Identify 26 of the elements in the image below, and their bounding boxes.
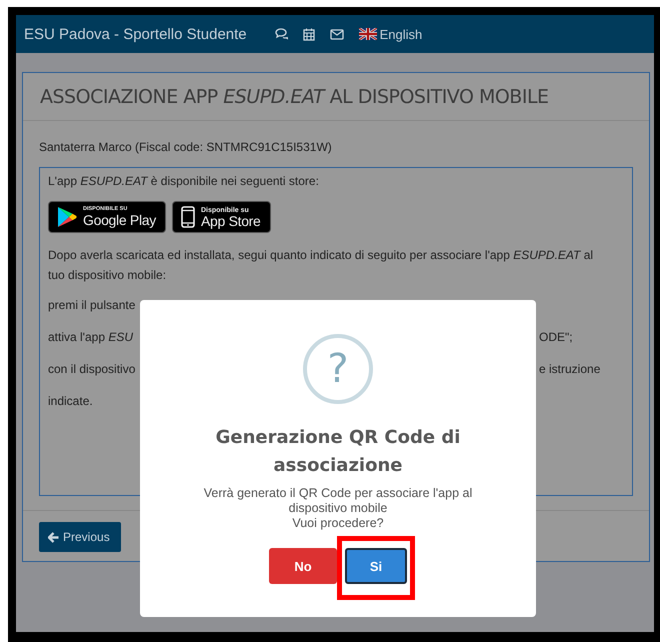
site-title[interactable]: ESU Padova - Sportello Studente: [24, 26, 247, 42]
previous-button[interactable]: Previous: [39, 522, 121, 552]
step-text: con il dispositivo: [48, 361, 136, 378]
language-link[interactable]: English: [358, 26, 422, 42]
dialog-message: Verrà generato il QR Code per associare l'app al dispositivo mobile: [202, 486, 474, 516]
instructions-text: Dopo averla scaricata ed installata, segui quanto indicato di seguito per associare l'app ESUPD.EAT al tuo dispositivo mobile:: [48, 247, 594, 284]
step-text: ODE";: [539, 329, 574, 346]
question-icon: ?: [303, 334, 373, 404]
mail-icon[interactable]: [330, 28, 344, 40]
step-text: indicate.: [48, 393, 93, 410]
step-text: e istruzione: [539, 361, 602, 378]
dialog-title: Generazione QR Code di associazione: [214, 426, 462, 478]
step-text: attiva l'app ESU: [48, 329, 134, 346]
play-icon: [57, 206, 77, 228]
step-text: premi il pulsante: [48, 297, 136, 314]
flag-icon: [358, 28, 377, 40]
phone-icon: [180, 206, 195, 228]
chat-icon[interactable]: [274, 28, 288, 40]
dialog-message: Vuoi procedere?: [291, 516, 385, 531]
arrow-left-icon: [48, 532, 59, 542]
no-button[interactable]: No: [269, 548, 337, 584]
availability-text: L'app ESUPD.EAT è disponibile nei seguenti store:: [48, 173, 320, 190]
calendar-icon[interactable]: [302, 28, 315, 40]
student-info: Santaterra Marco (Fiscal code: SNTMRC91C15I531W): [39, 140, 333, 154]
page-title: ASSOCIAZIONE APP ESUPD.EAT AL DISPOSITIVO MOBILE: [40, 86, 549, 108]
yes-button[interactable]: Si: [345, 548, 407, 584]
